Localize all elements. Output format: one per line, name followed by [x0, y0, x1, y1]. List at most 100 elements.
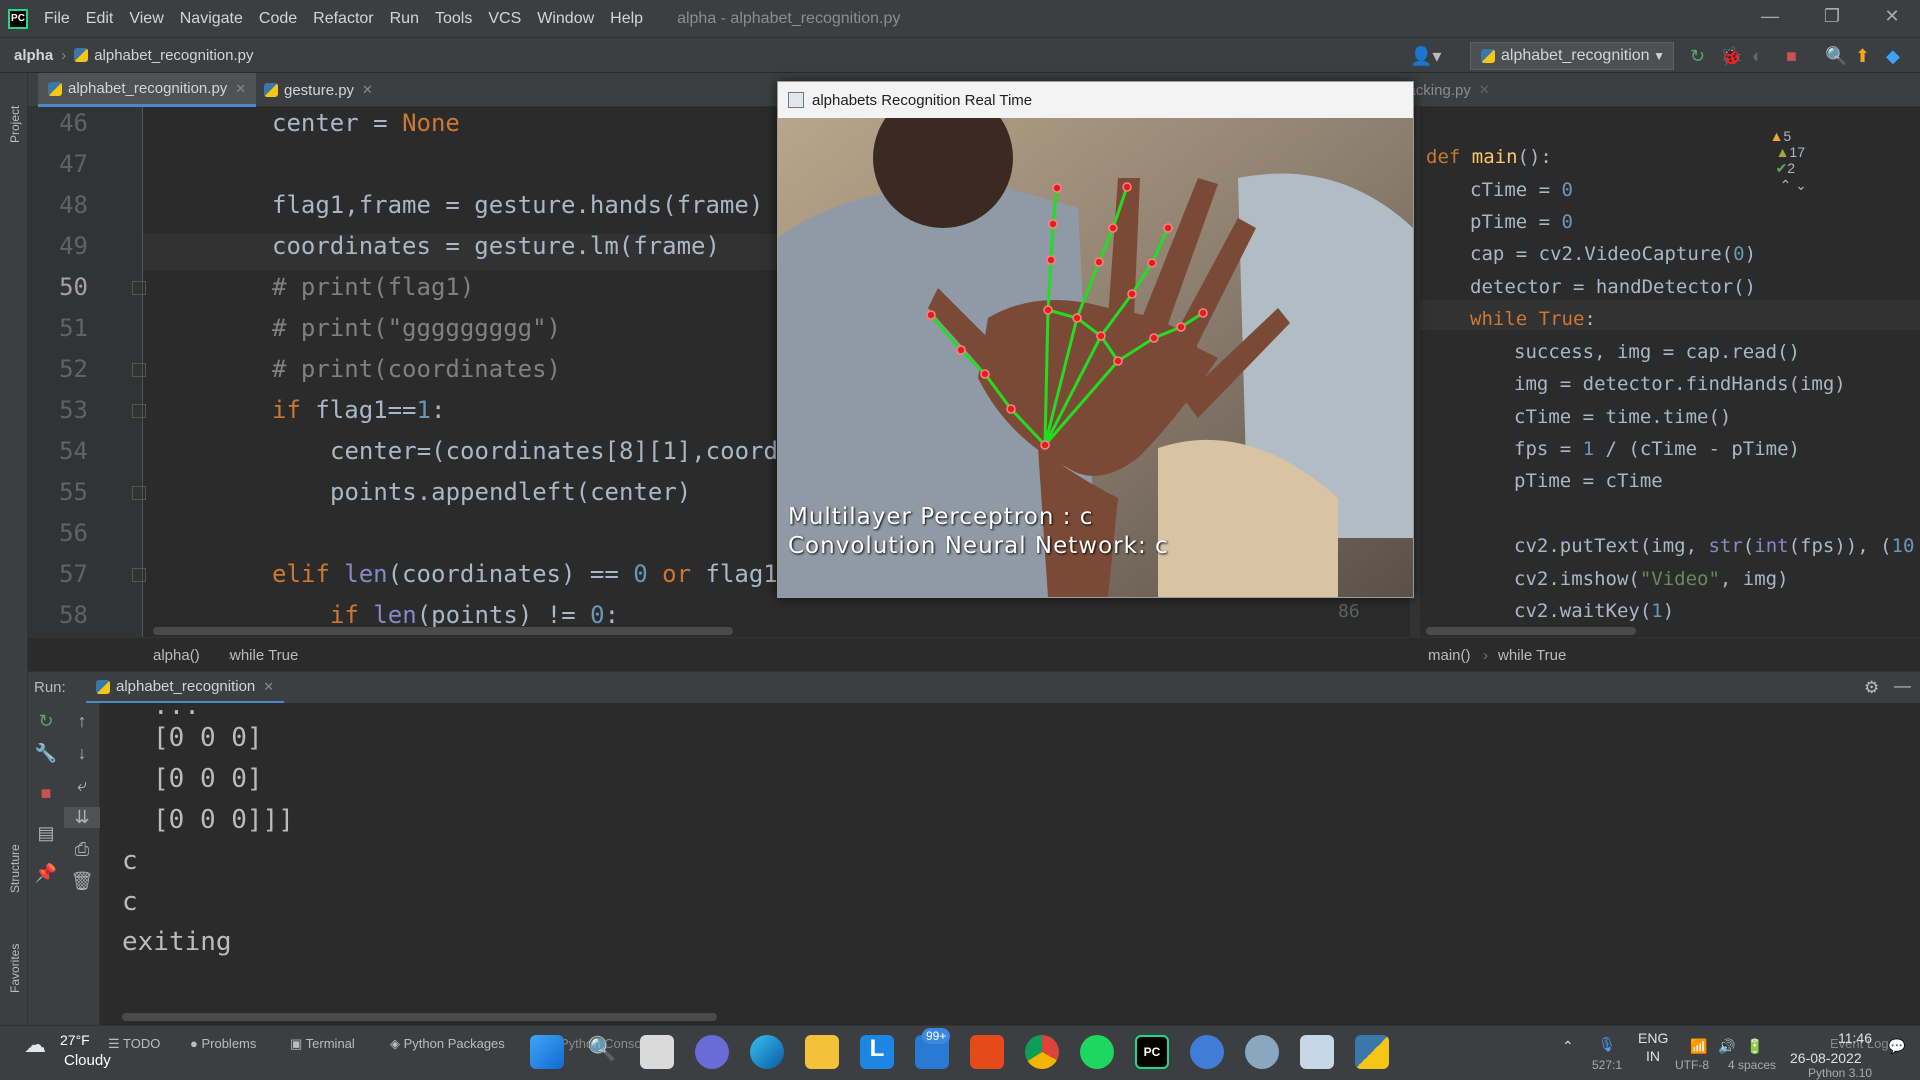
language-secondary[interactable]: IN: [1646, 1048, 1660, 1064]
favorites-tool-tab[interactable]: Favorites: [8, 944, 22, 993]
status-position[interactable]: 527:1: [1592, 1058, 1622, 1072]
problems-tab[interactable]: ● Problems: [190, 1036, 256, 1051]
horizontal-scrollbar[interactable]: [1426, 627, 1636, 635]
horizontal-scrollbar[interactable]: [153, 627, 733, 635]
tray-chevron-icon[interactable]: ⌃: [1562, 1038, 1574, 1055]
status-python[interactable]: Python 3.10: [1808, 1066, 1872, 1080]
search-icon[interactable]: 🔍: [1825, 46, 1847, 67]
close-tab-icon[interactable]: ✕: [362, 82, 373, 98]
clock-time[interactable]: 11:46: [1838, 1030, 1872, 1046]
minimize-icon[interactable]: —: [1750, 6, 1790, 27]
task-view-icon[interactable]: [640, 1035, 674, 1069]
close-tab-icon[interactable]: ✕: [1479, 82, 1490, 98]
breadcrumb-item[interactable]: alpha(): [153, 647, 200, 664]
edge-browser-icon[interactable]: [750, 1035, 784, 1069]
menu-view[interactable]: View: [129, 10, 163, 28]
breadcrumb-item[interactable]: while True: [1498, 647, 1566, 664]
status-indent[interactable]: 4 spaces: [1728, 1058, 1776, 1072]
battery-icon[interactable]: 🔋: [1746, 1038, 1763, 1055]
menu-refactor[interactable]: Refactor: [313, 10, 373, 28]
cv-window-titlebar[interactable]: alphabets Recognition Real Time: [778, 82, 1413, 118]
menu-run[interactable]: Run: [390, 10, 419, 28]
clock-date[interactable]: 26-08-2022: [1790, 1050, 1862, 1066]
editor-left[interactable]: 46 47 48 49 50 51 52 53 54 55 56 57 58 c…: [28, 107, 780, 637]
hide-panel-icon[interactable]: —: [1894, 676, 1911, 696]
notification-icon[interactable]: 💬: [1888, 1038, 1905, 1055]
nav-project[interactable]: alpha: [14, 47, 53, 64]
todo-tab[interactable]: ☰ TODO: [108, 1036, 160, 1052]
horizontal-scrollbar[interactable]: [122, 1013, 717, 1021]
menu-vcs[interactable]: VCS: [488, 10, 521, 28]
fold-marker-icon[interactable]: [132, 486, 146, 500]
scroll-to-end-icon[interactable]: ⇊: [64, 807, 100, 828]
coverage-icon[interactable]: ◐: [1752, 46, 1763, 67]
tab-gesture[interactable]: gesture.py ✕: [254, 73, 383, 107]
python-packages-tab[interactable]: ◈ Python Packages: [390, 1036, 505, 1052]
menu-edit[interactable]: Edit: [86, 10, 114, 28]
settings-icon[interactable]: [1245, 1035, 1279, 1069]
file-explorer-icon[interactable]: [805, 1035, 839, 1069]
search-icon[interactable]: 🔍: [585, 1035, 619, 1069]
rerun-icon[interactable]: ↻: [28, 711, 64, 732]
image-viewer-icon[interactable]: [1300, 1035, 1334, 1069]
pycharm-taskbar-icon[interactable]: PC: [1135, 1035, 1169, 1069]
editor-right[interactable]: ▲5 ▲17 ✔2 ⌃ ⌄ def main(): cTime = 0 pTim…: [1410, 107, 1920, 637]
microphone-icon[interactable]: 🎙: [1598, 1036, 1616, 1053]
chrome-icon[interactable]: [1025, 1035, 1059, 1069]
close-icon[interactable]: ✕: [1872, 6, 1912, 27]
restore-icon[interactable]: ❐: [1812, 6, 1852, 27]
debug-icon[interactable]: 🐞: [1720, 46, 1742, 67]
pin-icon[interactable]: 📌: [28, 863, 64, 884]
menu-navigate[interactable]: Navigate: [180, 10, 243, 28]
windows-start-icon[interactable]: [530, 1035, 564, 1069]
status-encoding[interactable]: UTF-8: [1675, 1058, 1709, 1072]
stop-icon[interactable]: ■: [1786, 46, 1797, 67]
soft-wrap-icon[interactable]: ⤶: [64, 775, 100, 796]
stop-icon[interactable]: ■: [28, 783, 64, 804]
print-icon[interactable]: ⎙: [64, 839, 100, 860]
inspection-widget[interactable]: ▲5 ▲17 ✔2 ⌃ ⌄: [1754, 112, 1807, 210]
office-icon[interactable]: [970, 1035, 1004, 1069]
breadcrumb-item[interactable]: while True: [230, 647, 298, 664]
spotify-icon[interactable]: [1080, 1035, 1114, 1069]
rerun-icon[interactable]: ↻: [1690, 46, 1705, 67]
menu-tools[interactable]: Tools: [435, 10, 472, 28]
settings-gear-icon[interactable]: ⚙: [1864, 678, 1879, 698]
teams-chat-icon[interactable]: [695, 1035, 729, 1069]
python-taskbar-icon[interactable]: [1355, 1035, 1389, 1069]
fold-marker-icon[interactable]: [132, 281, 146, 295]
user-icon[interactable]: 👤▾: [1410, 46, 1441, 67]
code-line: def main():: [1426, 146, 1552, 168]
language-primary[interactable]: ENG: [1638, 1030, 1668, 1046]
layout-icon[interactable]: ▤: [28, 823, 64, 844]
close-tab-icon[interactable]: ✕: [263, 679, 274, 695]
wrench-icon[interactable]: 🔧: [28, 743, 64, 764]
menu-code[interactable]: Code: [259, 10, 297, 28]
structure-tool-tab[interactable]: Structure: [8, 844, 22, 893]
run-config-selector[interactable]: alphabet_recognition ▼: [1470, 42, 1674, 70]
project-tool-tab[interactable]: Project: [8, 106, 22, 143]
fold-marker-icon[interactable]: [132, 363, 146, 377]
terminal-tab[interactable]: ▣ Terminal: [290, 1036, 355, 1052]
breadcrumb-item[interactable]: main(): [1428, 647, 1471, 664]
code-line: center = None: [272, 109, 460, 137]
arrow-down-icon[interactable]: ↓: [64, 743, 100, 764]
update-icon[interactable]: ⬆: [1855, 46, 1870, 67]
speaker-icon[interactable]: 🔊: [1718, 1038, 1735, 1055]
fold-marker-icon[interactable]: [132, 568, 146, 582]
trash-icon[interactable]: 🗑: [64, 871, 100, 892]
opencv-video-window[interactable]: alphabets Recognition Real Time Multilay…: [777, 81, 1414, 598]
wifi-icon[interactable]: 📶: [1690, 1038, 1707, 1055]
toolbox-icon[interactable]: ◆: [1886, 46, 1900, 67]
l-app-icon[interactable]: L: [860, 1035, 894, 1069]
tab-alphabet-recognition[interactable]: alphabet_recognition.py ✕: [38, 73, 257, 107]
menu-window[interactable]: Window: [537, 10, 594, 28]
menu-help[interactable]: Help: [610, 10, 643, 28]
nav-file[interactable]: alphabet_recognition.py: [94, 47, 253, 64]
menu-file[interactable]: File: [44, 10, 70, 28]
arrow-up-icon[interactable]: ↑: [64, 711, 100, 732]
close-tab-icon[interactable]: ✕: [235, 81, 246, 97]
weather-desc: Cloudy: [64, 1052, 111, 1069]
qbittorrent-icon[interactable]: [1190, 1035, 1224, 1069]
fold-marker-icon[interactable]: [132, 404, 146, 418]
